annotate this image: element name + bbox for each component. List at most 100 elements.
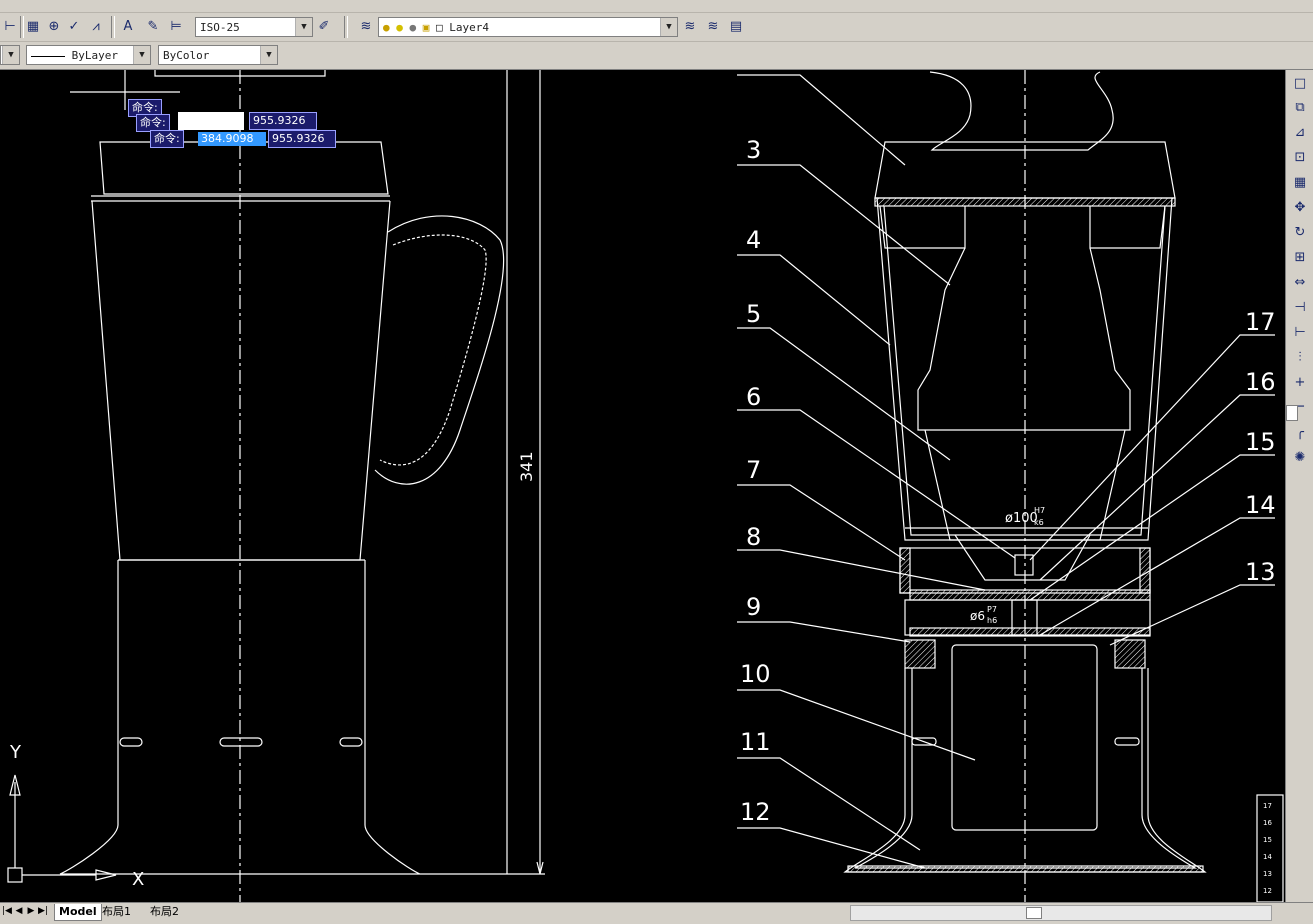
table-cell: 15 [1263,836,1272,844]
fit-text-1: ø100 [1005,511,1038,526]
vent-slot [1114,737,1140,746]
dim-jog-icon[interactable]: ⩘ [88,19,104,35]
dimension-text: 341 [517,451,536,482]
dim-center-icon[interactable]: ⊕ [46,19,62,35]
linetype-sample [31,55,65,57]
callout-12: 12 [740,798,771,826]
chevron-down-icon[interactable]: ▼ [660,18,677,36]
last-tab-icon[interactable]: ▶| [38,905,48,917]
scale-icon[interactable]: ⊞ [1292,250,1308,266]
callout-11: 11 [740,728,771,756]
lid-seal [874,197,1176,207]
prev-tab-icon[interactable]: ◀ [14,905,24,917]
table-cell: 17 [1263,802,1272,810]
chevron-down-icon[interactable]: ▼ [260,46,277,64]
leader-line [1029,334,1275,561]
array-icon[interactable]: ▦ [1292,175,1308,191]
leader-line [737,621,911,643]
callout-4: 4 [746,226,761,254]
callout-7: 7 [746,456,761,484]
dynamic-input-field[interactable] [178,112,244,130]
trim-icon[interactable]: ⊣ [1292,300,1308,316]
lineweight-value: ByColor [163,49,210,62]
extend-icon[interactable]: ⊢ [1292,325,1308,341]
coord-y-value: 955.9326 [268,130,336,148]
layer-manager-icon[interactable]: ≋ [358,19,374,35]
layer-previous-icon[interactable]: ≋ [682,19,698,35]
callout-5: 5 [746,300,761,328]
vertical-scrollbar-thumb[interactable] [1286,405,1298,421]
lineweight-select[interactable]: ByColor ▼ [158,45,278,65]
leader-line [737,164,951,286]
vent-slot [339,737,363,747]
erase-icon[interactable]: □ [1292,76,1308,92]
first-tab-icon[interactable]: |◀ [2,905,12,917]
callout-10: 10 [740,660,771,688]
break-icon[interactable]: ⫶ [1292,350,1308,366]
toolbar-strip-top [0,0,1313,13]
fit-text-1-sup: H7 [1034,506,1045,515]
fit-text-1-sub: k6 [1034,518,1044,527]
mirror-icon[interactable]: ⊿ [1292,125,1308,141]
rotate-icon[interactable]: ↻ [1292,225,1308,241]
copy-icon[interactable]: ⧉ [1292,100,1308,116]
layer-isolate-icon[interactable]: ▤ [728,19,744,35]
chevron-down-icon[interactable]: ▼ [2,46,19,64]
left-view [7,70,545,902]
dim-check-icon[interactable]: ✓ [66,19,82,35]
dim-table-icon[interactable]: ▦ [25,19,41,35]
horizontal-scrollbar-thumb[interactable] [1026,907,1042,919]
leader-line [737,689,976,761]
handle-outer [374,215,505,485]
tab-layout2[interactable]: 布局2 [146,904,183,920]
dim-linear-icon[interactable]: ⊢ [2,19,18,35]
next-tab-icon[interactable]: ▶ [26,905,36,917]
chevron-down-icon[interactable]: ▼ [133,46,150,64]
stretch-icon[interactable]: ⇔ [1292,275,1308,291]
base-plate [847,865,1204,873]
callout-17: 17 [1245,308,1276,336]
right-view [737,70,1284,902]
move-icon[interactable]: ✥ [1292,200,1308,216]
dimstyle-manager-icon[interactable]: ✐ [316,19,332,35]
leader-line [737,74,906,166]
fit-text-2-sub: h6 [987,616,997,625]
cad-drawing[interactable]: 341 ø100 H7 k6 ø6 P7 h6 Y X 3 4 5 6 7 8 … [0,70,1285,902]
lock-icon: ▣ [422,21,430,34]
ucs-x-arrow [95,869,117,881]
offset-icon[interactable]: ⊡ [1292,150,1308,166]
toolbar-row-properties: ▼ ByLayer ▼ ByColor ▼ [0,42,1313,70]
table-cell: 12 [1263,887,1272,895]
join-icon[interactable]: + [1292,375,1308,391]
layer-value: Layer4 [449,21,489,34]
layer-match-icon[interactable]: ≋ [705,19,721,35]
horizontal-scrollbar[interactable] [850,905,1272,921]
lid-knob [929,71,1114,151]
linetype-select[interactable]: ByLayer ▼ [26,45,151,65]
linetype-value: ByLayer [71,49,118,62]
toolbar-row-dimension: ⊢ ▦ ⊕ ✓ ⩘ A ✎ ⊨ ISO-25 ▼ ✐ ≋ ● ● ● ▣ □ L… [0,13,1313,42]
callout-3: 3 [746,136,761,164]
separator [344,16,348,38]
callout-13: 13 [1245,558,1276,586]
layout-tabs-bar: |◀ ◀ ▶ ▶| Model 布局1 布局2 [0,902,1313,924]
coord-x-input[interactable]: 384.9098 [198,132,266,146]
tab-model[interactable]: Model [54,904,102,921]
tab-layout1[interactable]: 布局1 [98,904,135,920]
freeze-icon: ● [409,21,417,34]
command-tooltip: 命令: [150,130,184,148]
dim-edit-text-icon[interactable]: A [120,19,136,35]
dim-update-icon[interactable]: ⊨ [168,19,184,35]
dim-tedit-icon[interactable]: ✎ [145,19,161,35]
fit-text-2-sup: P7 [987,605,997,614]
callout-9: 9 [746,593,761,621]
fillet-icon[interactable]: ╭ [1292,425,1308,441]
explode-icon[interactable]: ✺ [1292,450,1308,466]
ucs-origin-icon [7,867,23,883]
color-select[interactable]: ▼ [0,45,20,65]
dimstyle-select[interactable]: ISO-25 ▼ [195,17,313,37]
drawing-canvas[interactable]: 341 ø100 H7 k6 ø6 P7 h6 Y X 3 4 5 6 7 8 … [0,70,1285,902]
chevron-down-icon[interactable]: ▼ [295,18,312,36]
layer-select[interactable]: ● ● ● ▣ □ Layer4 ▼ [378,17,678,37]
color-swatch-icon: □ [436,21,443,34]
